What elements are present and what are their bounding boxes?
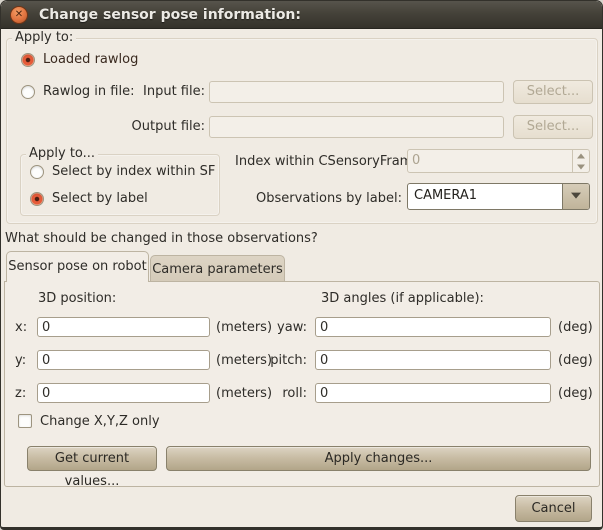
change-xyz-label[interactable]: Change X,Y,Z only [40, 414, 160, 429]
apply-to-frame: Apply to: Loaded rawlog Rawlog in file: … [6, 38, 598, 224]
tab-camera-parameters[interactable]: Camera parameters [150, 255, 285, 283]
input-file-label: Input file: [127, 84, 205, 99]
question-label: What should be changed in those observat… [5, 231, 318, 246]
observations-by-label-combobox[interactable]: CAMERA1 [407, 183, 590, 210]
index-within-sf-spinner[interactable]: 0 [407, 149, 590, 173]
loaded-rawlog-label[interactable]: Loaded rawlog [43, 52, 138, 67]
apply-changes-button[interactable]: Apply changes... [166, 446, 591, 471]
cancel-button[interactable]: Cancel [515, 495, 592, 522]
window-title: Change sensor pose information: [39, 1, 301, 29]
yaw-field[interactable] [315, 317, 551, 337]
get-current-values-button[interactable]: Get current values... [27, 446, 157, 471]
input-file-select-button[interactable]: Select... [513, 80, 593, 104]
spin-down-icon[interactable] [573, 161, 589, 172]
input-file-field[interactable] [209, 81, 504, 103]
output-file-label: Output file: [117, 119, 205, 134]
dialog-window: ✕ Change sensor pose information: Apply … [0, 0, 603, 530]
close-button[interactable]: ✕ [10, 6, 28, 24]
rawlog-in-file-radio[interactable] [21, 85, 35, 99]
index-within-sf-value: 0 [412, 153, 420, 168]
z-label: z: [15, 386, 26, 401]
observations-by-label-value: CAMERA1 [414, 188, 477, 203]
x-unit-label: (meters) [216, 320, 272, 335]
select-by-label-radio[interactable] [30, 192, 44, 206]
combobox-dropdown-button[interactable] [562, 184, 589, 209]
roll-field[interactable] [315, 383, 551, 403]
y-field[interactable] [37, 350, 210, 370]
y-label: y: [15, 353, 26, 368]
loaded-rawlog-radio[interactable] [21, 53, 35, 67]
change-xyz-checkbox[interactable] [18, 414, 32, 428]
roll-unit-label: (deg) [558, 386, 593, 401]
select-by-index-radio[interactable] [30, 165, 44, 179]
pitch-field[interactable] [315, 350, 551, 370]
z-unit-label: (meters) [216, 386, 272, 401]
pitch-unit-label: (deg) [558, 353, 593, 368]
titlebar[interactable]: ✕ Change sensor pose information: [1, 1, 602, 29]
select-by-label-label[interactable]: Select by label [52, 191, 148, 206]
selection-mode-frame-label: Apply to... [26, 146, 98, 161]
output-file-select-button[interactable]: Select... [513, 115, 593, 139]
spin-up-icon[interactable] [573, 150, 589, 161]
yaw-unit-label: (deg) [558, 320, 593, 335]
rawlog-in-file-label[interactable]: Rawlog in file: [43, 84, 134, 99]
angles-header: 3D angles (if applicable): [321, 291, 484, 306]
output-file-field[interactable] [209, 116, 504, 138]
x-label: x: [15, 320, 27, 335]
spinner-buttons[interactable] [572, 150, 589, 172]
roll-label: roll: [265, 386, 307, 401]
observations-by-label-label: Observations by label: [235, 191, 402, 206]
select-by-index-label[interactable]: Select by index within SF [52, 164, 215, 179]
sensor-pose-panel: 3D position: 3D angles (if applicable): … [4, 281, 600, 487]
selection-mode-frame: Apply to... Select by index within SF Se… [20, 154, 220, 216]
y-unit-label: (meters) [216, 353, 272, 368]
position-header: 3D position: [38, 291, 116, 306]
pitch-label: pitch: [265, 353, 307, 368]
apply-to-frame-label: Apply to: [12, 30, 76, 45]
x-field[interactable] [37, 317, 210, 337]
yaw-label: yaw: [265, 320, 307, 335]
z-field[interactable] [37, 383, 210, 403]
tab-sensor-pose[interactable]: Sensor pose on robot [6, 251, 149, 282]
index-within-sf-label: Index within CSensoryFrame [235, 154, 420, 169]
